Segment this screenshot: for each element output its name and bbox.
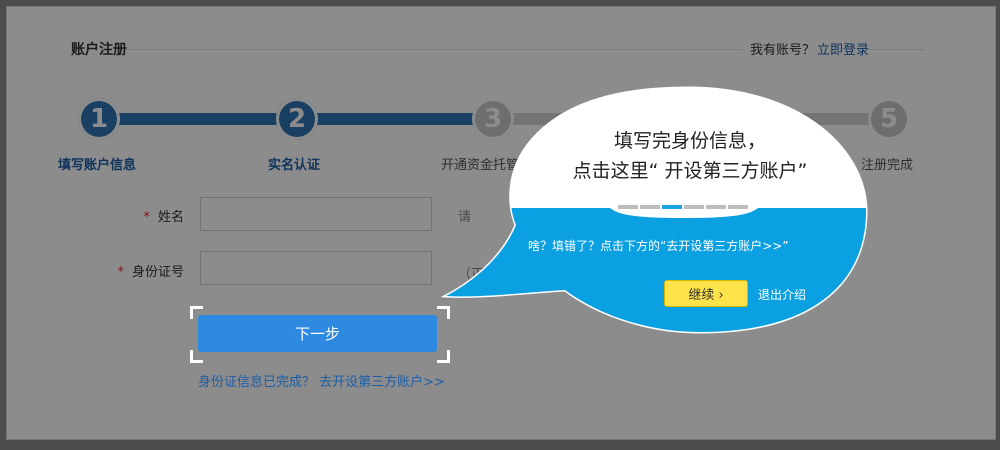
progress-dot xyxy=(618,205,638,209)
progress-dot xyxy=(640,205,660,209)
tour-bubble xyxy=(440,86,868,334)
tour-progress xyxy=(618,205,750,224)
continue-button[interactable]: 继续 › xyxy=(664,280,748,307)
progress-dot xyxy=(706,205,726,209)
tooltip-text: 啥？填错了？点击下方的“去开设第三方账户>>” xyxy=(528,239,789,253)
exit-tour-link[interactable]: 退出介绍 xyxy=(758,286,806,303)
progress-dot xyxy=(684,205,704,209)
tooltip-title: 填写完身份信息， 点击这里“ 开设第三方账户” xyxy=(572,130,808,182)
progress-dot-active xyxy=(662,205,682,209)
progress-dot xyxy=(728,205,748,209)
